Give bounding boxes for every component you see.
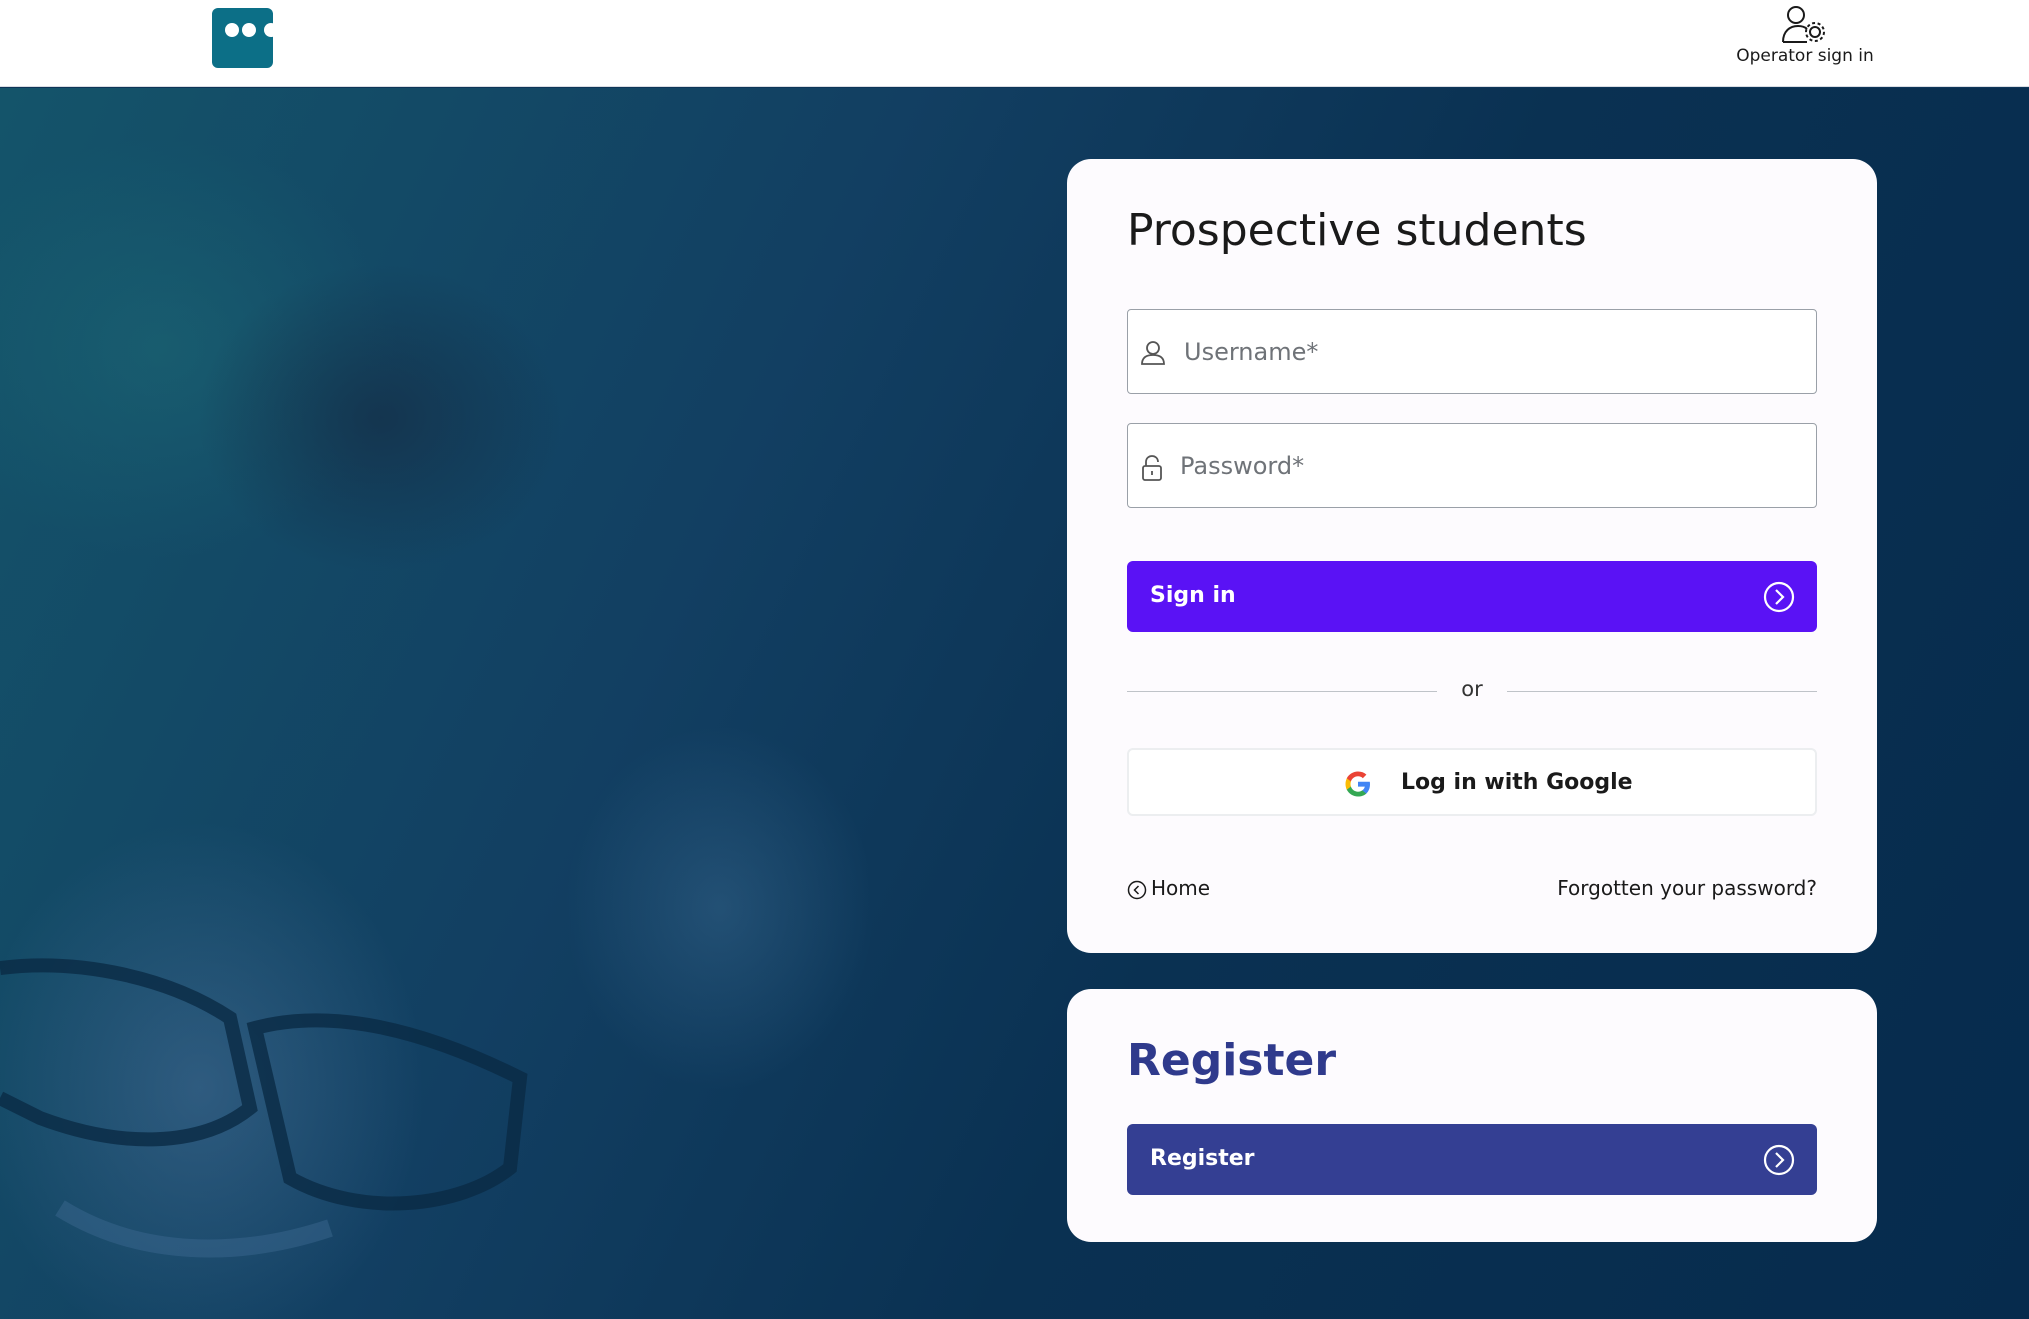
user-gear-icon [1782, 6, 1825, 43]
forgot-password-link[interactable]: Forgotten your password? [1557, 876, 1817, 900]
login-card: Prospective students Sign in or [1067, 159, 1877, 953]
username-field[interactable] [1127, 309, 1817, 394]
google-login-label: Log in with Google [1401, 770, 1633, 795]
register-label: Register [1150, 1146, 1255, 1171]
password-field[interactable] [1127, 423, 1817, 508]
circle-chevron-right-icon [1763, 1144, 1795, 1176]
google-login-button[interactable]: Log in with Google [1127, 748, 1817, 816]
or-divider: or [1127, 677, 1817, 707]
login-title: Prospective students [1127, 205, 1587, 256]
operator-sign-in-label: Operator sign in [1736, 46, 1874, 66]
logo[interactable] [212, 8, 273, 68]
user-icon [1141, 341, 1165, 365]
register-title: Register [1127, 1035, 1337, 1086]
password-input[interactable] [1180, 444, 1800, 488]
lock-icon [1142, 455, 1162, 481]
operator-sign-in-link[interactable]: Operator sign in [1730, 4, 1880, 74]
circle-chevron-right-icon [1763, 581, 1795, 613]
sign-in-button[interactable]: Sign in [1127, 561, 1817, 632]
register-button[interactable]: Register [1127, 1124, 1817, 1195]
or-text: or [1461, 677, 1483, 701]
top-bar: Operator sign in [0, 0, 2029, 87]
sign-in-label: Sign in [1150, 583, 1236, 608]
register-card: Register Register [1067, 989, 1877, 1242]
username-input[interactable] [1184, 330, 1804, 374]
home-label: Home [1151, 876, 1211, 900]
circle-chevron-left-icon [1127, 880, 1147, 900]
google-icon [1345, 771, 1370, 797]
background-photo-glasses [0, 958, 528, 1258]
